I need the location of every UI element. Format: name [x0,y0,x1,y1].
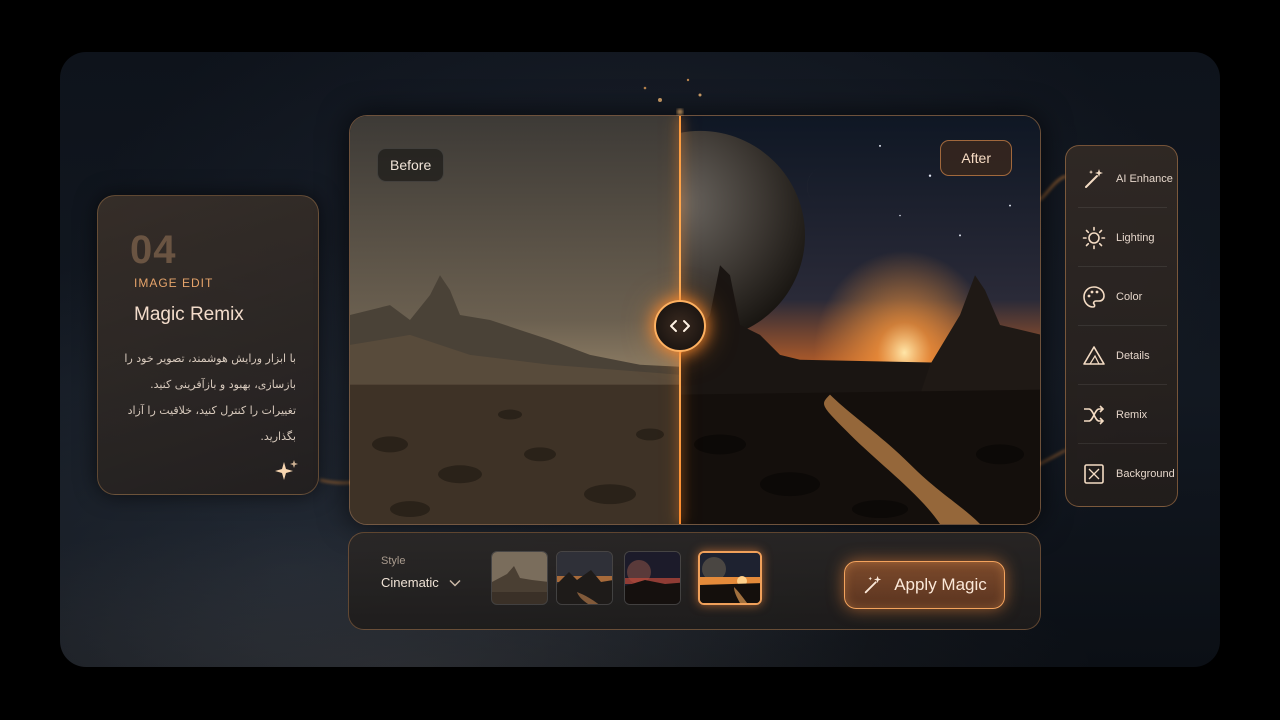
chevrons-left-right-icon [670,320,690,332]
sun-icon [1082,226,1106,249]
tool-label: Background [1116,468,1175,480]
tool-background[interactable]: Background [1078,445,1175,503]
style-selected-value: Cinematic [381,575,439,590]
tool-label: Lighting [1116,231,1155,244]
info-description: با ابزار ورایش هوشمند، تصویر خود را بازس… [122,346,296,450]
style-dropdown[interactable]: Cinematic [381,575,461,590]
magic-wand-icon [1085,168,1103,188]
triangle-icon [1083,345,1105,365]
magic-wand-icon [864,575,882,594]
info-eyebrow: IMAGE EDIT [134,276,214,290]
sparkle-icon [275,460,298,480]
chevron-down-icon [449,579,461,587]
description-line: با ابزار ورایش هوشمند، تصویر خود را [124,352,296,365]
apply-magic-label: Apply Magic [894,575,987,594]
shuffle-icon [1084,404,1105,425]
background-icon [1084,464,1104,484]
tool-details[interactable]: Details [1078,327,1167,385]
before-label: Before [377,148,445,182]
palette-icon [1083,285,1105,308]
style-thumbnail-dusk-valley[interactable] [556,551,613,605]
tool-ai-enhance[interactable]: AI Enhance [1078,150,1173,208]
compare-drag-handle[interactable] [654,300,706,352]
description-line: بگذارید. [260,430,296,443]
tool-label: Details [1116,349,1150,362]
description-line: تغییرات را کنترل کنید، خلاقیت را آزاد [127,404,296,417]
tool-label: Color [1116,290,1143,303]
style-thumbnail-red-planet-night[interactable] [624,551,681,605]
description-line: بازسازی، بهبود و بازآفرینی کنید. [150,378,296,391]
tool-label: AI Enhance [1116,172,1173,185]
apply-magic-button[interactable]: Apply Magic [844,561,1005,609]
after-label: After [940,140,1012,176]
tools-sidebar: AI Enhance Lighting Color Details Remix … [1065,145,1178,507]
after-image [680,116,1040,524]
style-label: Style [381,555,406,567]
before-after-compare[interactable]: Before After [349,115,1041,525]
info-title: Magic Remix [134,304,244,325]
info-card: 04 IMAGE EDIT Magic Remix با ابزار ورایش… [97,195,319,495]
step-number: 04 [130,228,177,272]
tool-lighting[interactable]: Lighting [1078,209,1167,267]
tool-remix[interactable]: Remix [1078,386,1167,444]
style-thumbnail-sunset-river[interactable] [698,551,762,605]
style-toolbar: Style Cinematic Apply Magic [348,532,1041,630]
tool-color[interactable]: Color [1078,268,1167,326]
style-thumbnail-desert-day[interactable] [491,551,548,605]
tool-label: Remix [1116,408,1148,421]
